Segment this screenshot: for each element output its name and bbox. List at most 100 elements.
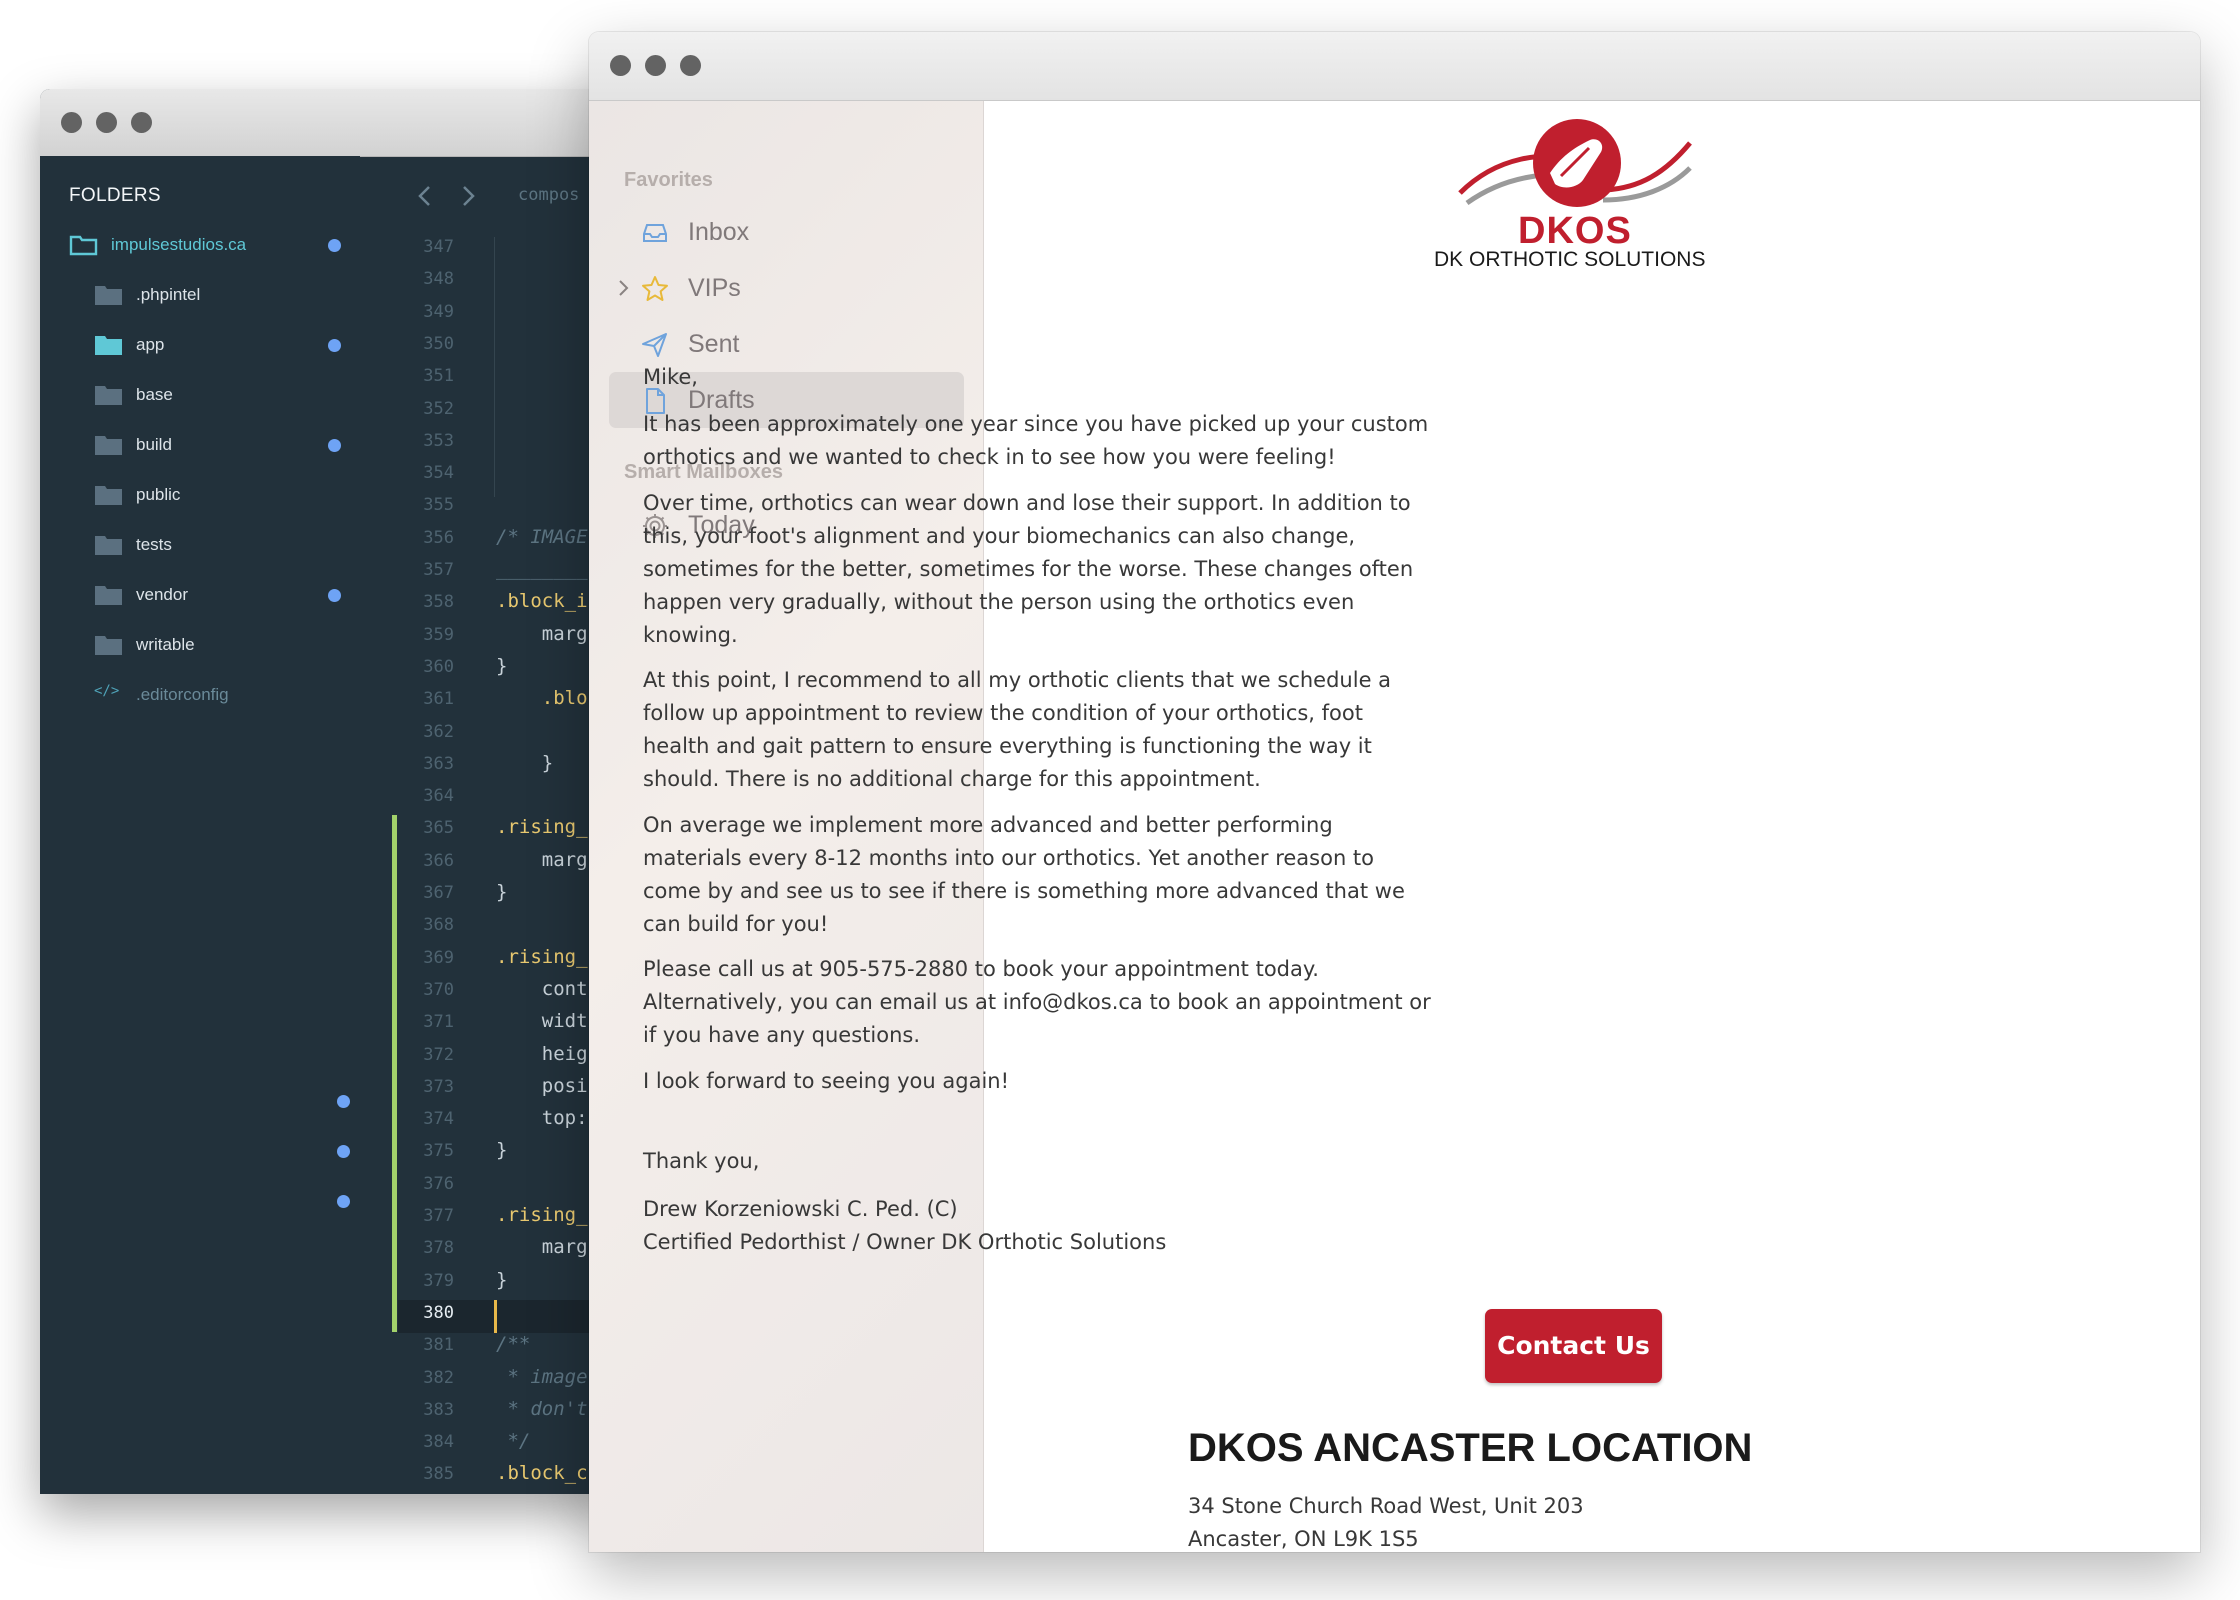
tree-item[interactable]: tests: [40, 527, 370, 563]
modified-indicator: [337, 1195, 350, 1208]
tree-item-label: .phpintel: [136, 285, 201, 304]
modified-indicator: [337, 1145, 350, 1158]
zoom-window-button[interactable]: [131, 112, 152, 133]
code-line: widt: [496, 1010, 588, 1033]
chevron-right-icon[interactable]: [453, 181, 483, 211]
line-number: 358: [423, 592, 454, 613]
code-line: ________: [496, 558, 588, 580]
line-number: 381: [423, 1335, 454, 1356]
modified-indicator: [328, 339, 341, 352]
favorites-heading: Favorites: [624, 169, 713, 191]
close-window-button[interactable]: [61, 112, 82, 133]
line-number: 383: [423, 1399, 454, 1420]
line-number: 352: [423, 398, 454, 419]
line-number: 354: [423, 463, 454, 484]
line-number: 355: [423, 495, 454, 516]
message-body: Mike, It has been approximately one year…: [643, 361, 1433, 1261]
line-number: 375: [423, 1141, 454, 1162]
paragraph: It has been approximately one year since…: [643, 412, 1429, 469]
folders-title: FOLDERS: [69, 185, 161, 206]
star-icon: [642, 276, 668, 301]
paragraph: Please call us at 905-575-2880 to book y…: [643, 957, 1431, 1047]
tree-item[interactable]: writable: [40, 627, 370, 663]
editor-titlebar: [40, 89, 620, 157]
tree-item-label: .editorconfig: [136, 685, 229, 704]
signature-title: Certified Pedorthist / Owner DK Orthotic…: [643, 1230, 1167, 1254]
folder-icon: [95, 436, 122, 455]
code-line: /* IMAGE: [496, 525, 588, 548]
tree-item[interactable]: </> .editorconfig: [40, 677, 370, 713]
text-cursor: [494, 1299, 497, 1333]
folder-icon: [95, 536, 122, 555]
mailbox-vips[interactable]: VIPs: [609, 260, 964, 316]
disclosure-chevron-icon[interactable]: [617, 278, 631, 298]
code-line: .rising_: [496, 945, 588, 968]
code-line: * image: [496, 1365, 588, 1388]
modified-indicator: [328, 439, 341, 452]
address-line: Ancaster, ON L9K 1S5: [1188, 1527, 1419, 1551]
code-line: }: [496, 751, 554, 774]
code-line: marg: [496, 1236, 588, 1259]
line-number: 384: [423, 1432, 454, 1453]
line-number: 382: [423, 1367, 454, 1388]
tree-item-label: base: [136, 385, 173, 404]
tree-item[interactable]: app: [40, 327, 370, 363]
close-window-button[interactable]: [610, 55, 631, 76]
line-number: 370: [423, 979, 454, 1000]
folder-icon: [95, 486, 122, 505]
tree-item-label: writable: [136, 635, 195, 654]
greeting: Mike,: [643, 365, 698, 389]
tree-item-label: tests: [136, 535, 172, 554]
line-number: 357: [423, 560, 454, 580]
folder-open-icon: [69, 235, 98, 256]
line-number: 369: [423, 947, 454, 968]
chevron-left-icon[interactable]: [410, 181, 440, 211]
line-number: 379: [423, 1270, 454, 1291]
code-line: .rising_: [496, 1204, 588, 1226]
minimize-window-button[interactable]: [96, 112, 117, 133]
code-line: .block_c: [496, 1462, 588, 1485]
line-number: 372: [423, 1044, 454, 1065]
code-line: */: [496, 1430, 531, 1453]
code-line: (: [496, 719, 599, 742]
mailbox-label: VIPs: [688, 274, 741, 302]
logo-tagline: DK ORTHOTIC SOLUTIONS: [1434, 248, 1706, 271]
line-number: 348: [423, 269, 454, 290]
line-number: 364: [423, 786, 454, 807]
minimize-window-button[interactable]: [645, 55, 666, 76]
line-number: 361: [423, 689, 454, 710]
tree-item-label: vendor: [136, 585, 188, 604]
code-line: top:: [496, 1107, 588, 1130]
mailbox-inbox[interactable]: Inbox: [609, 204, 964, 260]
tree-item-label: public: [136, 485, 181, 504]
code-line: heig: [496, 1042, 588, 1065]
contact-us-button[interactable]: Contact Us: [1485, 1309, 1662, 1383]
modified-indicator: [328, 239, 341, 252]
zoom-window-button[interactable]: [680, 55, 701, 76]
code-line: .block_i: [496, 590, 588, 613]
line-number: 374: [423, 1109, 454, 1130]
modified-indicator: [328, 589, 341, 602]
tree-item[interactable]: .phpintel: [40, 277, 370, 313]
tree-item-label: app: [136, 335, 165, 354]
tree-item[interactable]: build: [40, 427, 370, 463]
tree-item[interactable]: vendor: [40, 577, 370, 613]
paragraph: At this point, I recommend to all my ort…: [643, 668, 1392, 791]
signature-name: Drew Korzeniowski C. Ped. (C): [643, 1197, 958, 1221]
line-number: 368: [423, 915, 454, 936]
editor-tab-label[interactable]: compos: [518, 185, 579, 205]
line-number: 351: [423, 366, 454, 387]
code-line: cont: [496, 977, 588, 1000]
line-number: 347: [423, 237, 454, 257]
code-line: }: [496, 1139, 508, 1162]
git-change-marker: [392, 815, 397, 1333]
folder-icon: [95, 636, 122, 655]
mailbox-label: Inbox: [688, 218, 750, 246]
code-line: /**: [496, 1333, 531, 1356]
line-number: 371: [423, 1012, 454, 1033]
line-number: 367: [423, 883, 454, 903]
tree-item[interactable]: base: [40, 377, 370, 413]
tree-item[interactable]: impulsestudios.ca: [40, 227, 370, 263]
tree-item[interactable]: public: [40, 477, 370, 513]
folder-icon: [95, 336, 122, 355]
